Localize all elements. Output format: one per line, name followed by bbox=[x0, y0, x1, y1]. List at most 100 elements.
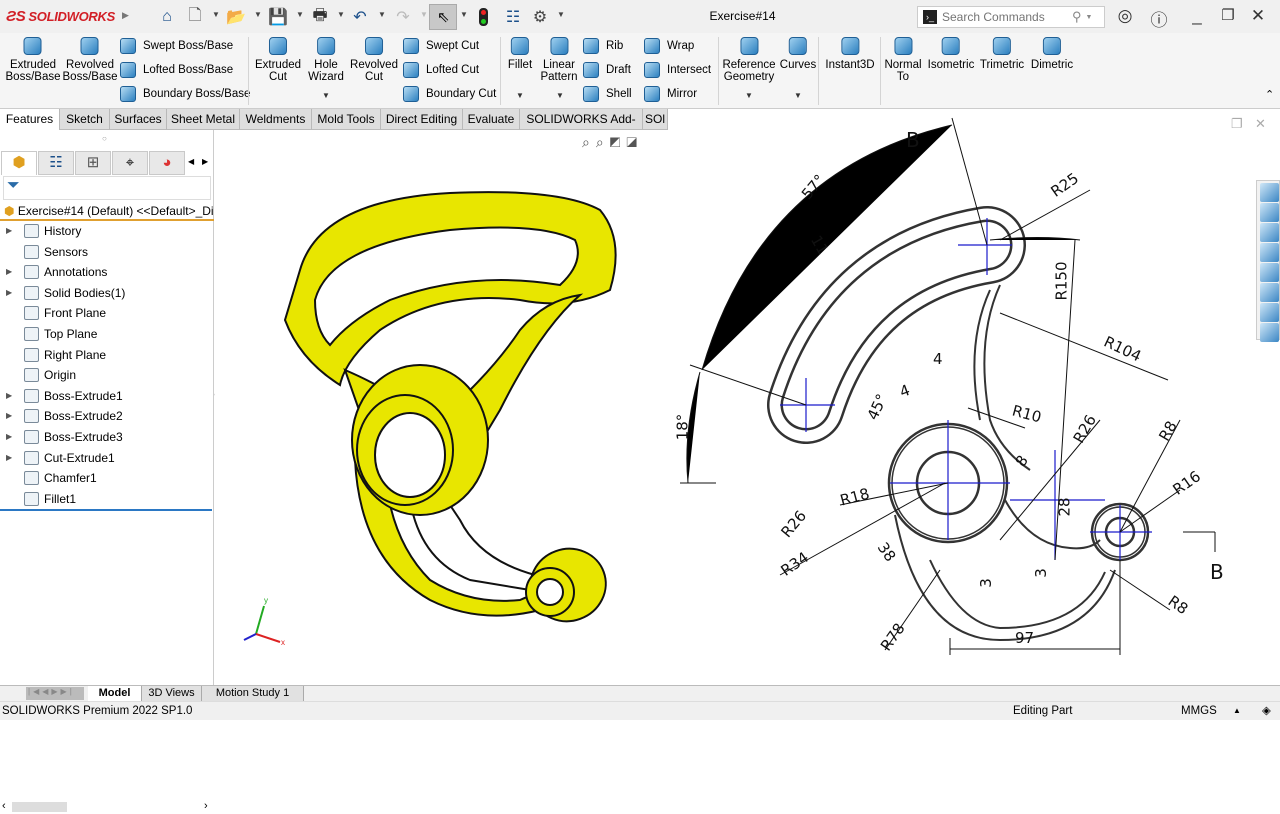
new-document-icon[interactable]: 🗋 bbox=[185, 7, 205, 27]
chevron-down-icon[interactable]: ▼ bbox=[254, 10, 262, 19]
tab-sheet-metal[interactable]: Sheet Metal bbox=[167, 109, 240, 130]
revolved-boss-base-button[interactable]: Revolved Boss/Base bbox=[63, 37, 117, 83]
tab-sketch[interactable]: Sketch bbox=[60, 109, 110, 130]
tab-sol[interactable]: SOl bbox=[643, 109, 668, 130]
file-properties-icon[interactable]: ☷ bbox=[503, 7, 523, 27]
chevron-down-icon[interactable]: ▼ bbox=[460, 10, 468, 19]
task-pane-solidworks-forum-icon[interactable] bbox=[1260, 323, 1279, 342]
redo-icon[interactable]: ↷ bbox=[393, 7, 413, 27]
reference-geometry-dropdown-icon[interactable]: ▼ bbox=[745, 91, 753, 100]
expand-arrow-icon[interactable]: ▶ bbox=[6, 262, 12, 282]
revolved-cut-button[interactable]: Revolved Cut bbox=[350, 37, 398, 83]
expand-arrow-icon[interactable]: ▶ bbox=[6, 221, 12, 241]
dimension-label[interactable]: 4 bbox=[933, 350, 943, 368]
tab-surfaces[interactable]: Surfaces bbox=[110, 109, 167, 130]
previous-view-icon[interactable]: ◩ bbox=[610, 134, 627, 150]
chevron-down-icon[interactable]: ▼ bbox=[420, 10, 428, 19]
tree-item-history[interactable]: ▶ History bbox=[0, 221, 214, 241]
extruded-cut-button[interactable]: Extruded Cut bbox=[255, 37, 301, 83]
search-commands[interactable]: ›_ ⚲ ▼ bbox=[917, 6, 1105, 28]
expand-arrow-icon[interactable]: ▶ bbox=[6, 386, 12, 406]
intersect-button[interactable]: Intersect bbox=[644, 62, 711, 78]
tree-item-origin[interactable]: Origin bbox=[0, 365, 214, 385]
fillet-button[interactable]: Fillet bbox=[508, 37, 532, 71]
filter-icon[interactable]: ⏷ bbox=[3, 176, 211, 200]
account-icon[interactable]: ◎ bbox=[1114, 6, 1136, 28]
tree-item-cut-extrude1[interactable]: ▶ Cut-Extrude1 bbox=[0, 448, 214, 468]
viewport-close-icon[interactable]: ✕ bbox=[1255, 116, 1266, 132]
home-icon[interactable]: ⌂ bbox=[157, 7, 177, 27]
chevron-down-icon[interactable]: ▼ bbox=[337, 10, 345, 19]
tree-item-chamfer1[interactable]: Chamfer1 bbox=[0, 468, 214, 488]
swept-boss-base-button[interactable]: Swept Boss/Base bbox=[120, 38, 233, 54]
save-icon[interactable]: 💾 bbox=[268, 7, 288, 27]
trimetric-button[interactable]: Trimetric bbox=[980, 37, 1024, 71]
task-pane-home-icon[interactable] bbox=[1260, 183, 1279, 202]
tab-motion-study-1[interactable]: Motion Study 1 bbox=[202, 686, 304, 701]
draft-button[interactable]: Draft bbox=[583, 62, 631, 78]
tab-display-manager[interactable]: ◕ bbox=[149, 151, 185, 175]
tab-mold-tools[interactable]: Mold Tools bbox=[312, 109, 381, 130]
chevron-down-icon[interactable]: ▼ bbox=[557, 10, 565, 19]
tree-item-front-plane[interactable]: Front Plane bbox=[0, 303, 214, 323]
isometric-button[interactable]: Isometric bbox=[928, 37, 974, 71]
lofted-boss-base-button[interactable]: Lofted Boss/Base bbox=[120, 62, 233, 78]
chevron-down-icon[interactable]: ▼ bbox=[378, 10, 386, 19]
task-pane-appearances-icon[interactable] bbox=[1260, 283, 1279, 302]
tree-item-sensors[interactable]: Sensors bbox=[0, 242, 214, 262]
expand-arrow-icon[interactable]: ▶ bbox=[6, 427, 12, 447]
tab-features[interactable]: Features bbox=[0, 109, 60, 130]
tree-item-fillet1[interactable]: Fillet1 bbox=[0, 489, 214, 509]
swept-cut-button[interactable]: Swept Cut bbox=[403, 38, 479, 54]
tag-icon[interactable]: ◈ bbox=[1262, 702, 1271, 720]
tab-feature-manager[interactable]: ⬢ bbox=[1, 151, 37, 175]
expand-menu-arrow-icon[interactable]: ▶ bbox=[122, 10, 129, 21]
dimension-label[interactable]: 97 bbox=[1015, 629, 1034, 647]
dimension-label[interactable]: 18° bbox=[673, 414, 691, 441]
units-selector[interactable]: MMGS bbox=[1181, 702, 1217, 720]
viewport-restore-icon[interactable]: ❐ bbox=[1231, 116, 1243, 132]
solidworks-logo[interactable]: ƧS SOLIDWORKS bbox=[6, 8, 115, 25]
rib-button[interactable]: Rib bbox=[583, 38, 623, 54]
tab-scroll-buttons[interactable]: |◀◀▶▶| bbox=[26, 687, 84, 700]
task-pane-view-palette-icon[interactable] bbox=[1260, 263, 1279, 282]
tab-dimxpert-manager[interactable]: ⌖ bbox=[112, 151, 148, 175]
tree-root-part[interactable]: ⬢ Exercise#14 (Default) <<Default>_Displ… bbox=[0, 202, 214, 221]
chevron-down-icon[interactable]: ▼ bbox=[296, 10, 304, 19]
shell-button[interactable]: Shell bbox=[583, 86, 632, 102]
task-pane-resources-icon[interactable] bbox=[1260, 203, 1279, 222]
expand-arrow-icon[interactable]: ▶ bbox=[6, 406, 12, 426]
tab-direct-editing[interactable]: Direct Editing bbox=[381, 109, 463, 130]
rebuild-icon[interactable] bbox=[479, 8, 488, 26]
dimension-label[interactable]: 3 bbox=[1032, 568, 1050, 578]
tree-item-top-plane[interactable]: Top Plane bbox=[0, 324, 214, 344]
extruded-boss-base-button[interactable]: Extruded Boss/Base bbox=[6, 37, 60, 83]
open-icon[interactable]: 📂 bbox=[226, 7, 246, 27]
mirror-button[interactable]: Mirror bbox=[644, 86, 697, 102]
search-input[interactable] bbox=[942, 10, 1072, 24]
zoom-to-fit-icon[interactable]: ⌕ bbox=[582, 134, 596, 150]
tab-model[interactable]: Model bbox=[88, 686, 142, 701]
normal-to-button[interactable]: Normal To bbox=[884, 37, 922, 83]
dimension-label[interactable]: B bbox=[1210, 560, 1224, 584]
heads-up-view-toolbar[interactable]: ⌕⌕◩◪ bbox=[582, 134, 643, 151]
dimension-label[interactable]: R150 bbox=[1053, 261, 1071, 300]
restore-icon[interactable]: ❐ bbox=[1217, 6, 1239, 28]
hole-wizard-button[interactable]: Hole Wizard bbox=[308, 37, 344, 83]
print-icon[interactable]: 🖶 bbox=[310, 7, 330, 27]
task-pane-custom-properties-icon[interactable] bbox=[1260, 303, 1279, 322]
close-icon[interactable]: ✕ bbox=[1247, 6, 1269, 28]
curves-dropdown-icon[interactable]: ▼ bbox=[794, 91, 802, 100]
boundary-cut-button[interactable]: Boundary Cut bbox=[403, 86, 496, 102]
tab-weldments[interactable]: Weldments bbox=[240, 109, 312, 130]
chevron-down-icon[interactable]: ▼ bbox=[212, 10, 220, 19]
rollback-bar[interactable] bbox=[0, 509, 212, 511]
section-view-icon[interactable]: ◪ bbox=[626, 134, 643, 150]
task-pane-design-library-icon[interactable] bbox=[1260, 223, 1279, 242]
dimension-label[interactable]: B bbox=[906, 128, 920, 152]
dimetric-button[interactable]: Dimetric bbox=[1031, 37, 1073, 71]
select-button[interactable]: ⇖ bbox=[429, 4, 457, 30]
tree-item-boss-extrude1[interactable]: ▶ Boss-Extrude1 bbox=[0, 386, 214, 406]
expand-arrow-icon[interactable]: ▶ bbox=[6, 283, 12, 303]
linear-pattern-button[interactable]: Linear Pattern bbox=[540, 37, 578, 83]
